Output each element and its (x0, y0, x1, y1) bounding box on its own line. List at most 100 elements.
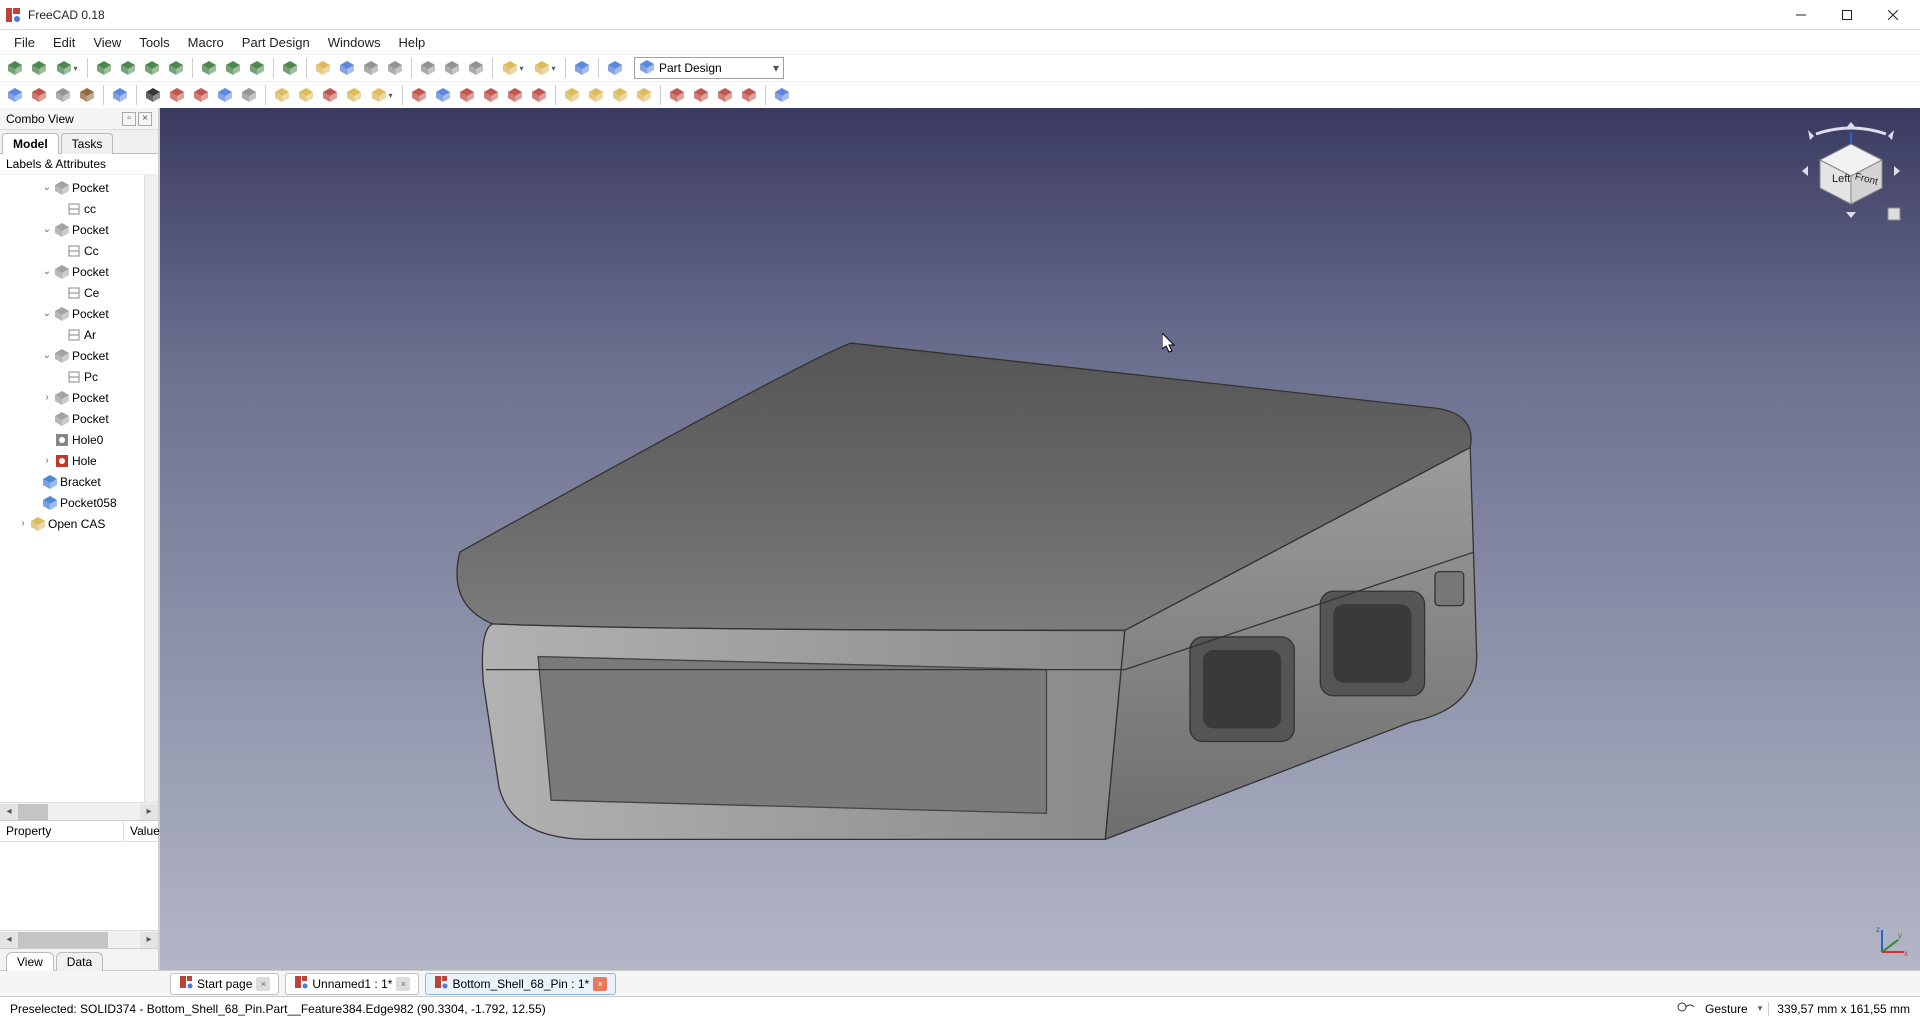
tree-item[interactable]: ⌄Pocket (0, 261, 158, 282)
menu-tools[interactable]: Tools (131, 33, 177, 52)
tree-item[interactable]: Cc (0, 240, 158, 261)
tb1-tool-7[interactable] (165, 57, 187, 79)
tb2-tool-10[interactable] (214, 84, 236, 106)
tree-item[interactable]: ⌄Pocket (0, 219, 158, 240)
tb1-tool-17[interactable] (360, 57, 382, 79)
doc-tab-close-button[interactable]: × (256, 977, 270, 991)
tb2-tool-22[interactable] (480, 84, 502, 106)
tree-item[interactable]: Pocket058 (0, 492, 158, 513)
tb1-tool-16[interactable] (336, 57, 358, 79)
navigation-cube[interactable]: Left Front (1796, 116, 1906, 226)
tb2-tool-33[interactable] (714, 84, 736, 106)
menu-part-design[interactable]: Part Design (234, 33, 318, 52)
tb1-tool-29[interactable] (604, 57, 626, 79)
combo-undock-button[interactable]: ▫ (122, 112, 136, 126)
tree-item[interactable]: Pc (0, 366, 158, 387)
menu-view[interactable]: View (85, 33, 129, 52)
combo-tab-model[interactable]: Model (2, 133, 59, 154)
tb2-tool-24[interactable] (528, 84, 550, 106)
tree-twisty-icon[interactable]: › (40, 392, 54, 403)
tb1-tool-22[interactable] (465, 57, 487, 79)
tb2-tool-17[interactable]: ▾ (367, 84, 397, 106)
tb2-tool-8[interactable] (166, 84, 188, 106)
scroll-right-button[interactable]: ▸ (140, 932, 158, 948)
tree-item[interactable]: ›Hole (0, 450, 158, 471)
tree-item[interactable]: ›Pocket (0, 387, 158, 408)
tb2-tool-3[interactable] (76, 84, 98, 106)
tb2-tool-31[interactable] (666, 84, 688, 106)
document-tab[interactable]: Unnamed1 : 1*× (285, 973, 419, 995)
tb2-tool-13[interactable] (271, 84, 293, 106)
model-tree[interactable]: ⌄Pocketcc⌄PocketCc⌄PocketCe⌄PocketAr⌄Poc… (0, 175, 158, 802)
property-tab-view[interactable]: View (6, 952, 54, 971)
tb1-tool-21[interactable] (441, 57, 463, 79)
tb1-tool-18[interactable] (384, 57, 406, 79)
tree-item[interactable]: ⌄Pocket (0, 345, 158, 366)
document-tab[interactable]: Bottom_Shell_68_Pin : 1*× (425, 973, 616, 995)
status-navstyle[interactable]: Gesture (1701, 1002, 1752, 1016)
menu-windows[interactable]: Windows (320, 33, 389, 52)
tb1-tool-15[interactable] (312, 57, 334, 79)
tb2-tool-14[interactable] (295, 84, 317, 106)
nav-style-icon[interactable] (1677, 1000, 1695, 1017)
tb2-tool-34[interactable] (738, 84, 760, 106)
tb2-tool-7[interactable] (142, 84, 164, 106)
tree-twisty-icon[interactable]: ⌄ (40, 266, 54, 277)
scroll-left-button[interactable]: ◂ (0, 932, 18, 948)
tb1-tool-24[interactable]: ▾ (498, 57, 528, 79)
tb2-tool-36[interactable] (771, 84, 793, 106)
tb1-tool-25[interactable]: ▾ (530, 57, 560, 79)
tb2-tool-19[interactable] (408, 84, 430, 106)
tb1-tool-6[interactable] (141, 57, 163, 79)
tb1-tool-4[interactable] (93, 57, 115, 79)
scroll-left-button[interactable]: ◂ (0, 804, 18, 820)
tree-item[interactable]: Ar (0, 324, 158, 345)
tb1-tool-27[interactable] (571, 57, 593, 79)
tb1-tool-20[interactable] (417, 57, 439, 79)
tree-item[interactable]: Ce (0, 282, 158, 303)
tree-vscrollbar[interactable] (144, 175, 158, 802)
tree-item[interactable]: ⌄Pocket (0, 303, 158, 324)
tree-twisty-icon[interactable]: ⌄ (40, 224, 54, 235)
window-close-button[interactable] (1870, 0, 1916, 30)
navstyle-dropdown-icon[interactable]: ▾ (1758, 1003, 1763, 1014)
tree-item[interactable]: cc (0, 198, 158, 219)
tb2-tool-2[interactable] (52, 84, 74, 106)
tree-item[interactable]: Hole0 (0, 429, 158, 450)
property-tab-data[interactable]: Data (56, 952, 103, 971)
tree-hscrollbar[interactable]: ◂ ▸ (0, 802, 158, 820)
tb2-tool-1[interactable] (28, 84, 50, 106)
menu-file[interactable]: File (6, 33, 43, 52)
menu-edit[interactable]: Edit (45, 33, 83, 52)
tb2-tool-29[interactable] (633, 84, 655, 106)
tb2-tool-20[interactable] (432, 84, 454, 106)
menu-macro[interactable]: Macro (180, 33, 232, 52)
tb2-tool-23[interactable] (504, 84, 526, 106)
tb2-tool-5[interactable] (109, 84, 131, 106)
tree-twisty-icon[interactable]: ⌄ (40, 350, 54, 361)
combo-close-button[interactable]: × (138, 112, 152, 126)
document-tab[interactable]: Start page× (170, 973, 279, 995)
tree-item[interactable]: ›Open CAS (0, 513, 158, 534)
tb1-tool-10[interactable] (222, 57, 244, 79)
combo-tab-tasks[interactable]: Tasks (61, 133, 114, 154)
tb1-tool-9[interactable] (198, 57, 220, 79)
doc-tab-close-button[interactable]: × (593, 977, 607, 991)
tb1-tool-2[interactable]: ▾ (52, 57, 82, 79)
workbench-selector[interactable]: Part Design▾ (634, 57, 784, 79)
tb2-tool-26[interactable] (561, 84, 583, 106)
tb2-tool-15[interactable] (319, 84, 341, 106)
tb2-tool-32[interactable] (690, 84, 712, 106)
window-minimize-button[interactable] (1778, 0, 1824, 30)
tree-twisty-icon[interactable]: › (40, 455, 54, 466)
doc-tab-close-button[interactable]: × (396, 977, 410, 991)
tb2-tool-21[interactable] (456, 84, 478, 106)
3d-viewport[interactable]: Left Front z x y (160, 108, 1920, 970)
tb2-tool-16[interactable] (343, 84, 365, 106)
window-maximize-button[interactable] (1824, 0, 1870, 30)
property-hscrollbar[interactable]: ◂ ▸ (0, 930, 158, 948)
tree-item[interactable]: Bracket (0, 471, 158, 492)
tb2-tool-27[interactable] (585, 84, 607, 106)
tb1-tool-5[interactable] (117, 57, 139, 79)
tree-item[interactable]: ⌄Pocket (0, 177, 158, 198)
